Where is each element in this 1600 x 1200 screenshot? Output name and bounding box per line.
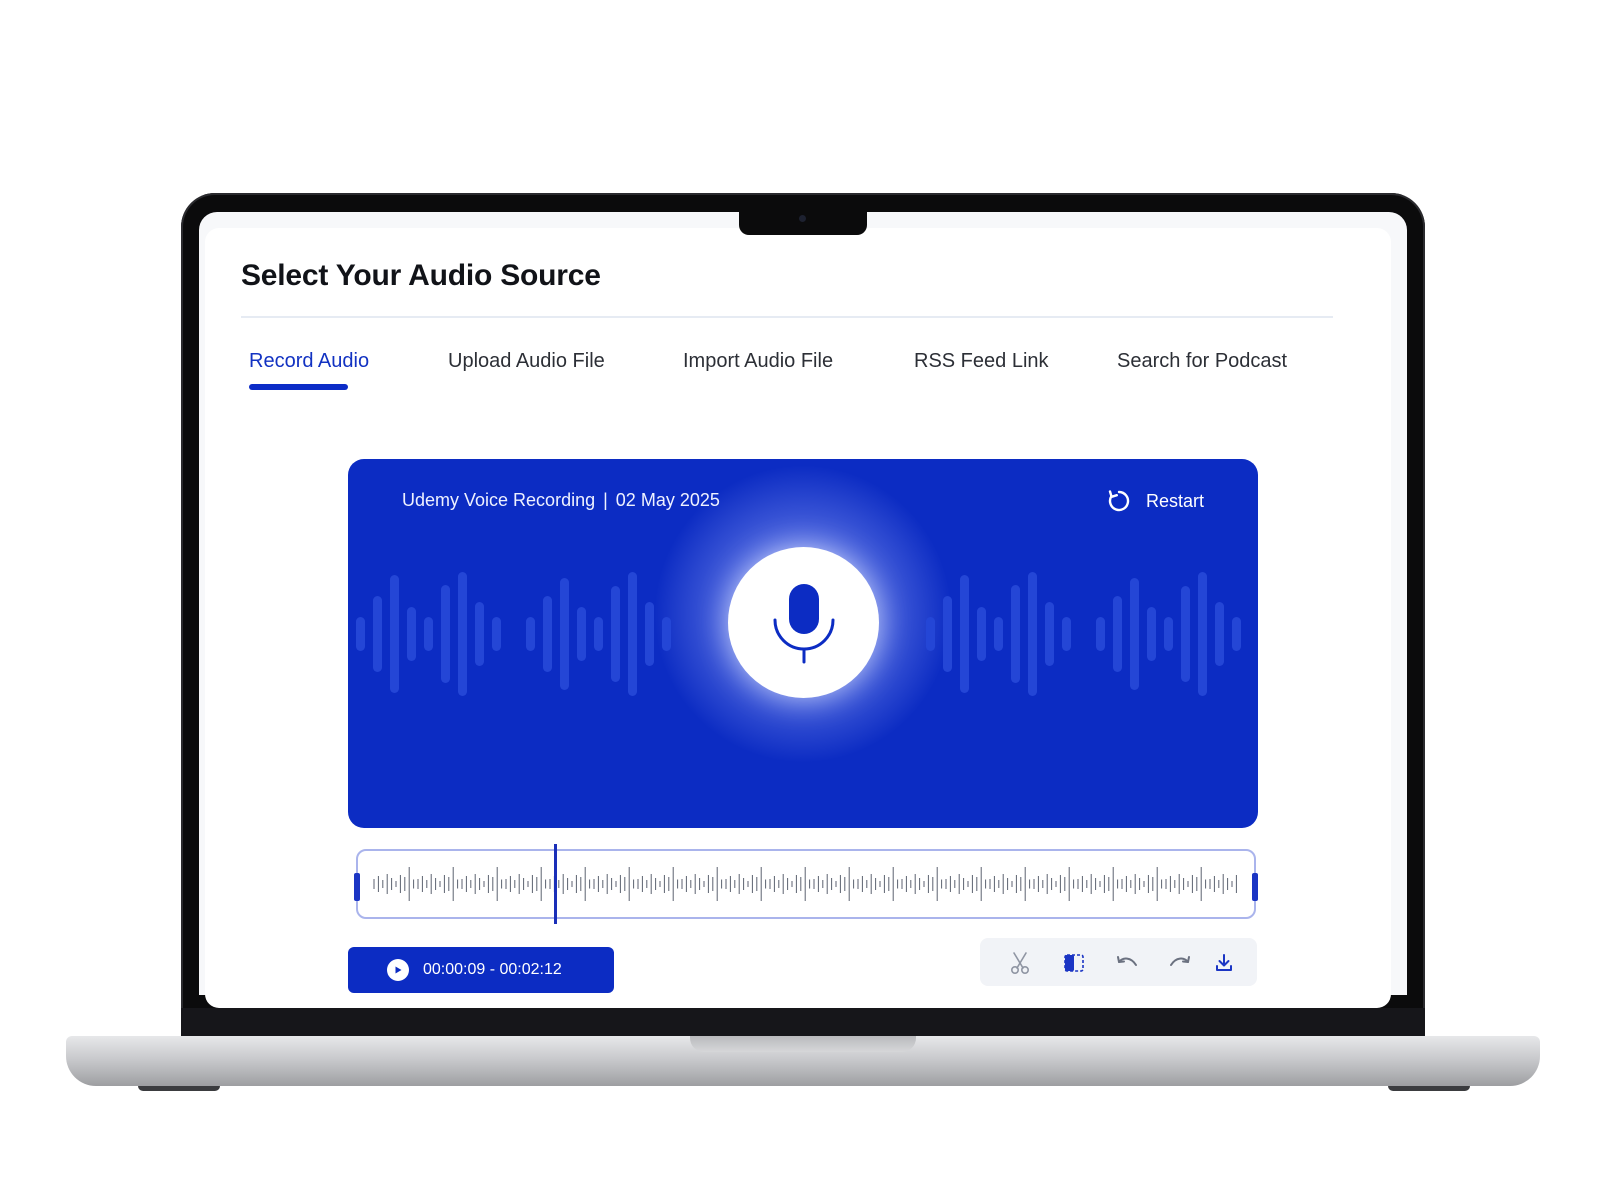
refresh-icon xyxy=(1108,490,1130,512)
laptop-base-groove xyxy=(690,1036,916,1052)
microphone-icon xyxy=(773,583,834,663)
title-divider xyxy=(241,316,1333,318)
camera-icon xyxy=(799,215,806,222)
redo-button[interactable] xyxy=(1167,950,1193,976)
tab-import-audio-file[interactable]: Import Audio File xyxy=(683,350,833,373)
play-icon xyxy=(395,966,402,974)
tab-search-for-podcast[interactable]: Search for Podcast xyxy=(1117,350,1287,373)
cut-button[interactable] xyxy=(1007,950,1033,976)
laptop-foot xyxy=(1388,1086,1470,1091)
trim-end-handle[interactable] xyxy=(1252,873,1258,901)
play-button[interactable] xyxy=(387,959,409,981)
waveform-left-icon xyxy=(356,572,671,696)
active-tab-indicator xyxy=(249,384,348,390)
tab-rss-feed-link[interactable]: RSS Feed Link xyxy=(914,350,1049,373)
waveform-right-icon xyxy=(926,572,1241,696)
redo-icon xyxy=(1170,956,1190,966)
undo-icon xyxy=(1117,956,1137,966)
download-icon xyxy=(1216,954,1232,971)
recording-name: Udemy Voice Recording xyxy=(402,490,596,510)
undo-button[interactable] xyxy=(1114,950,1140,976)
recording-meta: Udemy Voice Recording | 02 May 2025 xyxy=(402,490,720,511)
scissors-icon xyxy=(1010,952,1030,975)
split-button[interactable] xyxy=(1061,950,1087,976)
split-icon xyxy=(1064,954,1084,972)
recording-date: 02 May 2025 xyxy=(615,490,720,510)
restart-label: Restart xyxy=(1145,490,1204,511)
audio-timeline[interactable] xyxy=(354,849,1258,919)
download-button[interactable] xyxy=(1211,950,1237,976)
edit-toolbar xyxy=(980,938,1257,986)
camera-notch xyxy=(739,209,867,235)
trim-start-handle[interactable] xyxy=(354,873,360,901)
tab-record-audio[interactable]: Record Audio xyxy=(249,350,369,373)
restart-button[interactable]: Restart xyxy=(1106,488,1204,514)
playback-pill: 00:00:09 - 00:02:12 xyxy=(348,947,614,993)
meta-separator: | xyxy=(603,490,608,510)
playhead[interactable] xyxy=(554,844,557,924)
page-title: Select Your Audio Source xyxy=(241,259,601,292)
laptop-chin xyxy=(181,1008,1425,1038)
recorder-panel: Udemy Voice Recording | 02 May 2025 Restar… xyxy=(348,459,1258,828)
record-mic-button[interactable] xyxy=(728,547,879,698)
tab-upload-audio-file[interactable]: Upload Audio File xyxy=(448,350,605,373)
time-range: 00:00:09 - 00:02:12 xyxy=(423,961,562,978)
timeline-waveform-icon xyxy=(373,867,1237,901)
laptop-foot xyxy=(138,1086,220,1091)
